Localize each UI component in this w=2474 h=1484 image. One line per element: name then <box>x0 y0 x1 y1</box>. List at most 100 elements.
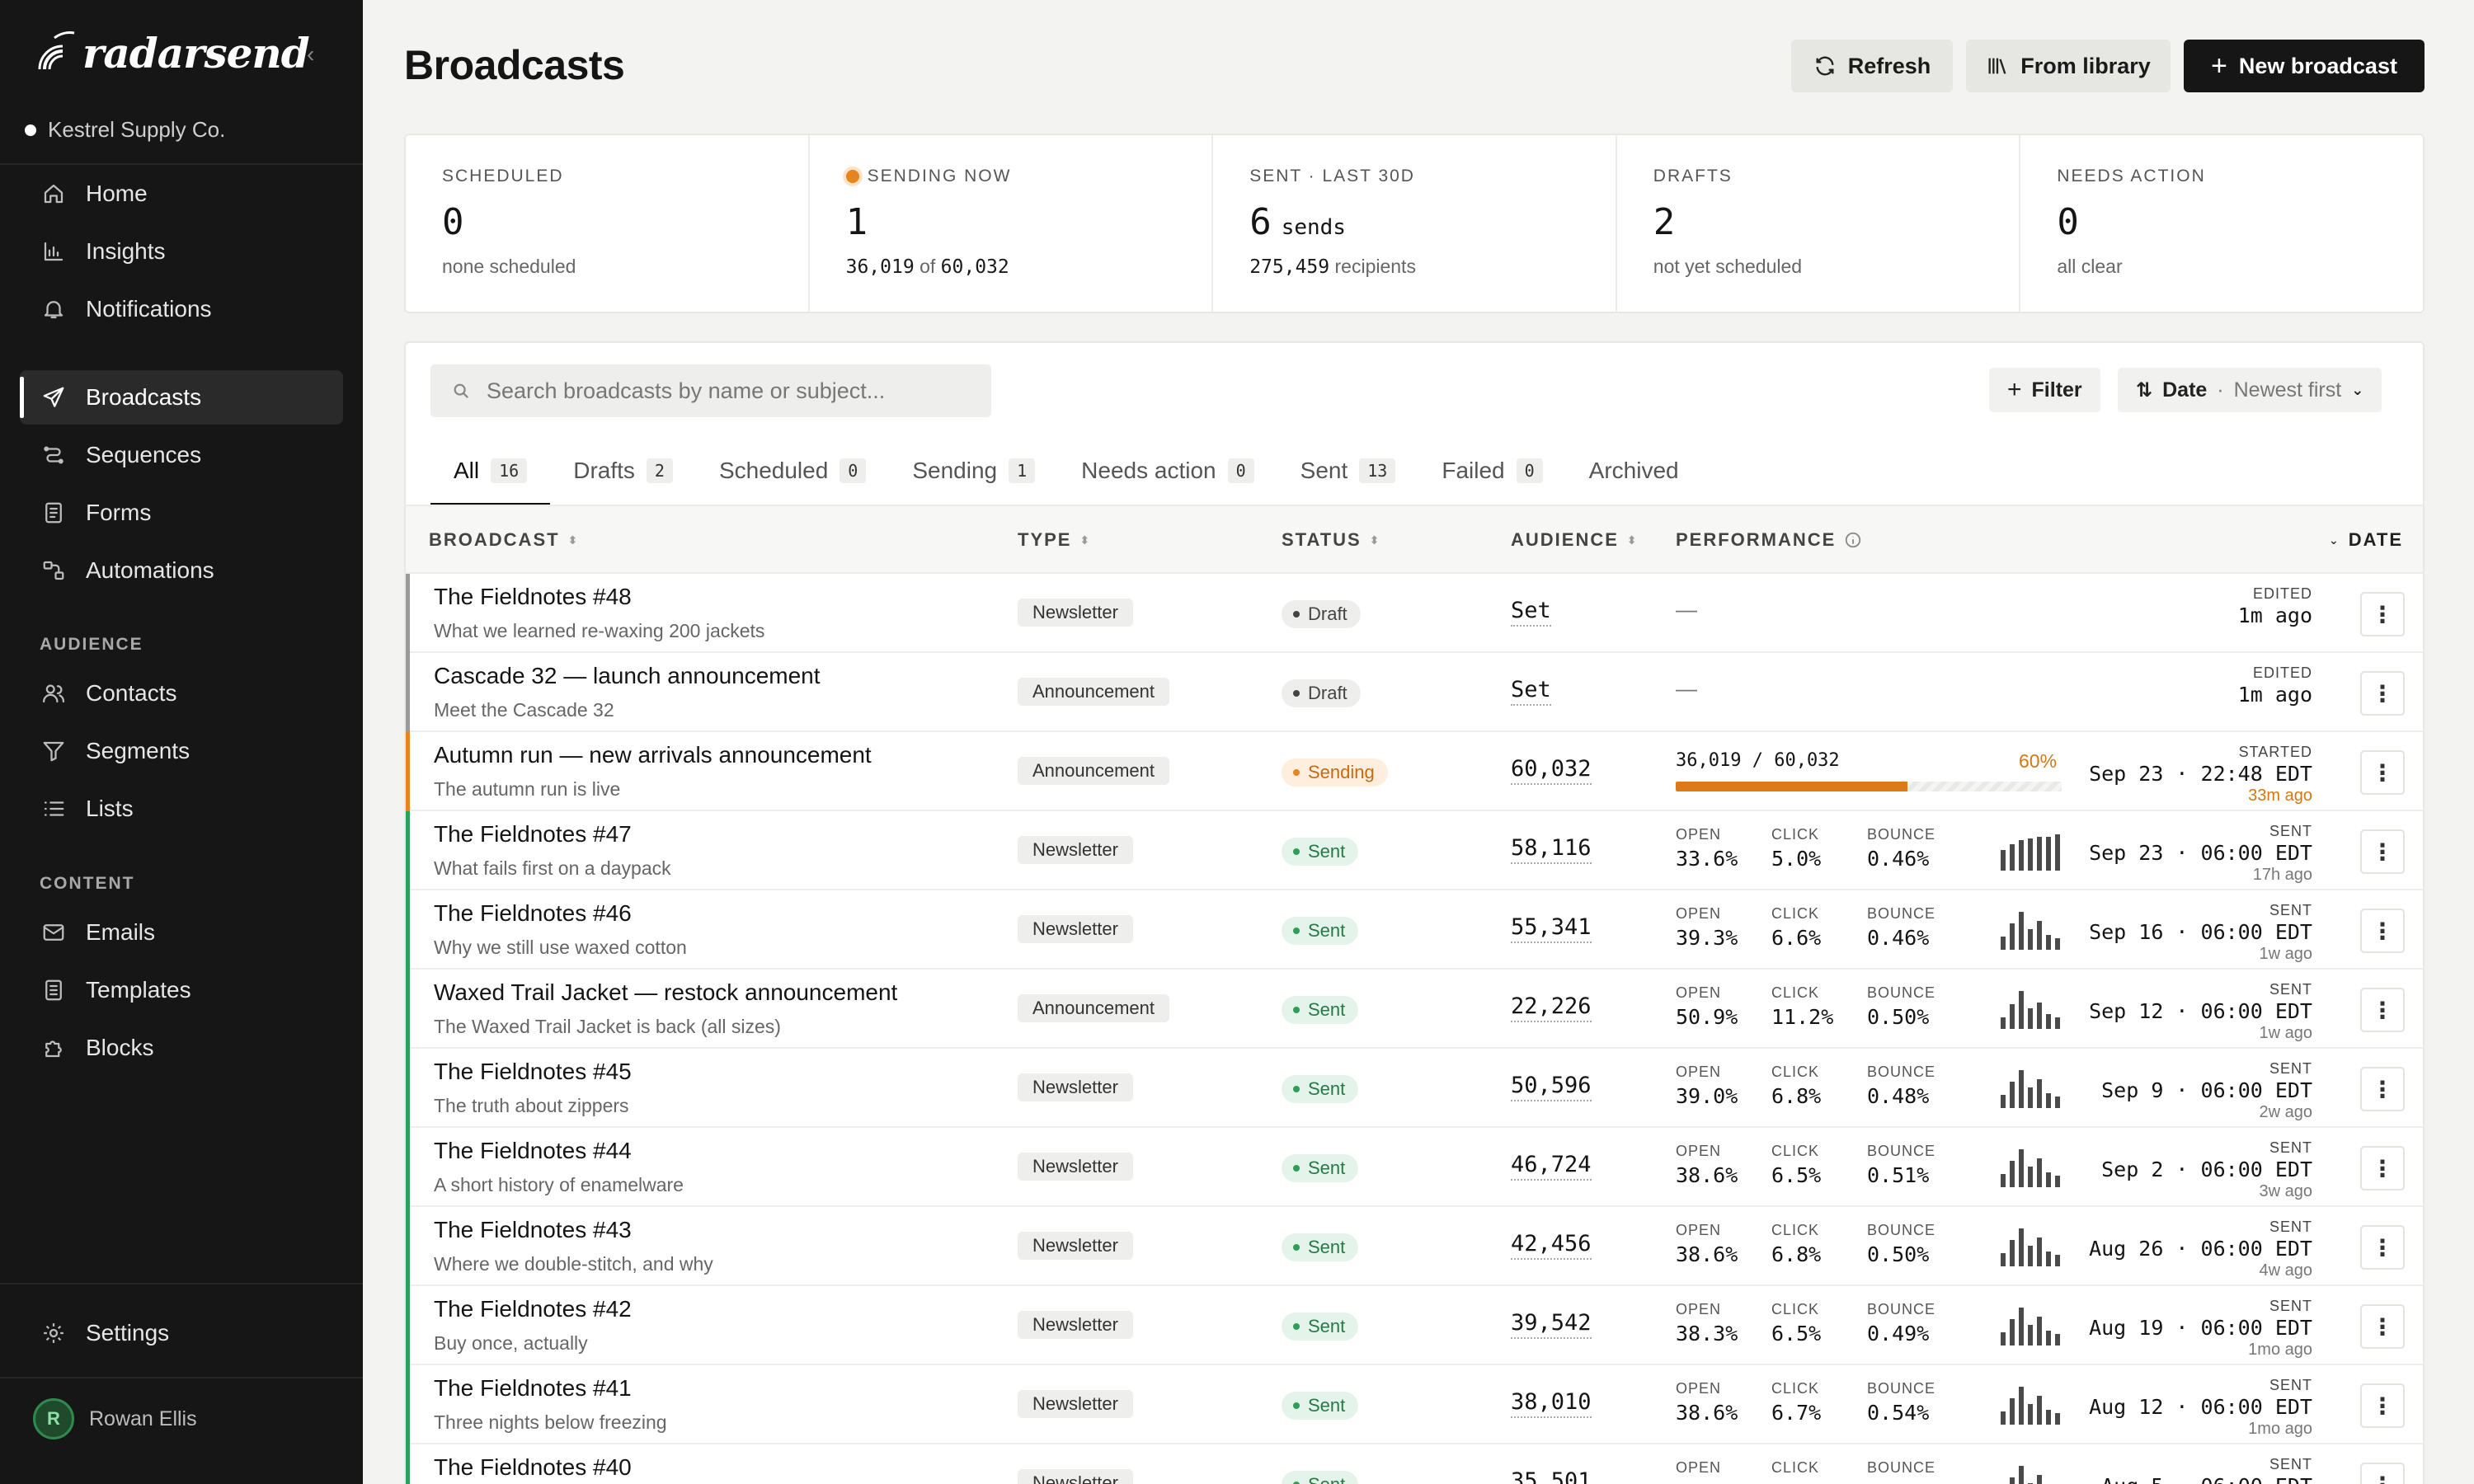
new-broadcast-button[interactable]: + New broadcast <box>2184 40 2425 92</box>
metric-click: CLICK 6.6% <box>1771 905 1821 950</box>
audience-count[interactable]: 50,596 <box>1511 1072 1592 1101</box>
audience-count[interactable]: 35,501 <box>1511 1468 1592 1484</box>
audience-count[interactable]: 39,542 <box>1511 1309 1592 1339</box>
sidebar-item-sequences[interactable]: Sequences <box>20 428 343 482</box>
broadcast-subject: Where we double-stitch, and why <box>434 1253 713 1275</box>
sidebar-item-segments[interactable]: Segments <box>20 724 343 778</box>
metric-value: 0.48% <box>1867 1084 1930 1108</box>
tab-scheduled[interactable]: Scheduled 0 <box>696 435 889 506</box>
row-menu-button[interactable]: ⋮ <box>2360 750 2405 795</box>
sidebar-item-lists[interactable]: Lists <box>20 782 343 836</box>
table-row[interactable]: The Fieldnotes #40 Newsletter Sent 35,501 OP… <box>406 1444 2423 1484</box>
table-row[interactable]: The Fieldnotes #47 What fails first on a … <box>406 811 2423 890</box>
row-menu-button[interactable]: ⋮ <box>2360 1304 2405 1349</box>
column-type[interactable]: TYPE ⬍ <box>1018 529 1091 551</box>
audience-count[interactable]: Set <box>1511 676 1551 706</box>
audience-count[interactable]: Set <box>1511 597 1551 627</box>
brand-logo[interactable]: radarsend <box>38 28 310 77</box>
info-icon[interactable] <box>1844 531 1862 549</box>
tab-all[interactable]: All 16 <box>430 435 551 506</box>
audience-count[interactable]: 60,032 <box>1511 755 1592 785</box>
filter-button[interactable]: + Filter <box>1989 368 2100 412</box>
workspace-switcher[interactable]: Kestrel Supply Co. <box>25 117 225 143</box>
tab-failed[interactable]: Failed 0 <box>1418 435 1565 506</box>
broadcast-title[interactable]: The Fieldnotes #46 <box>434 900 632 927</box>
status-bar <box>406 1444 410 1484</box>
column-broadcast[interactable]: BROADCAST ⬍ <box>429 529 579 551</box>
table-row[interactable]: The Fieldnotes #43 Where we double-stitch… <box>406 1207 2423 1286</box>
audience-count[interactable]: 55,341 <box>1511 913 1592 943</box>
broadcast-title[interactable]: The Fieldnotes #42 <box>434 1296 632 1322</box>
audience-count[interactable]: 58,116 <box>1511 834 1592 864</box>
status-dot-icon <box>1293 1402 1300 1409</box>
broadcast-title[interactable]: Waxed Trail Jacket — restock announcemen… <box>434 979 897 1006</box>
broadcast-title[interactable]: The Fieldnotes #45 <box>434 1059 632 1085</box>
table-row[interactable]: The Fieldnotes #45 The truth about zipper… <box>406 1049 2423 1128</box>
broadcast-title[interactable]: The Fieldnotes #41 <box>434 1375 632 1402</box>
tab-drafts[interactable]: Drafts 2 <box>550 435 696 506</box>
stat-scheduled[interactable]: SCHEDULED 0 none scheduled <box>406 135 810 312</box>
row-menu-button[interactable]: ⋮ <box>2360 1225 2405 1270</box>
column-date[interactable]: ⌄ DATE <box>2329 529 2403 551</box>
broadcast-title[interactable]: The Fieldnotes #47 <box>434 821 632 848</box>
search-input[interactable]: Search broadcasts by name or subject... <box>430 364 991 417</box>
row-menu-button[interactable]: ⋮ <box>2360 671 2405 716</box>
table-row[interactable]: The Fieldnotes #48 What we learned re-wax… <box>406 574 2423 653</box>
broadcast-title[interactable]: Cascade 32 — launch announcement <box>434 663 821 689</box>
audience-count[interactable]: 38,010 <box>1511 1388 1592 1418</box>
broadcast-title[interactable]: The Fieldnotes #44 <box>434 1138 632 1164</box>
row-menu-button[interactable]: ⋮ <box>2360 988 2405 1032</box>
metric-open: OPEN 38.6% <box>1676 1222 1738 1266</box>
row-menu-button[interactable]: ⋮ <box>2360 1146 2405 1190</box>
audience-count[interactable]: 42,456 <box>1511 1230 1592 1260</box>
sparkline-bar <box>2046 1410 2051 1425</box>
stat-drafts[interactable]: DRAFTS 2 not yet scheduled <box>1617 135 2021 312</box>
sidebar-item-forms[interactable]: Forms <box>20 486 343 540</box>
refresh-button[interactable]: Refresh <box>1791 40 1953 92</box>
tab-archived[interactable]: Archived <box>1566 435 1702 506</box>
table-row[interactable]: The Fieldnotes #44 A short history of ena… <box>406 1128 2423 1207</box>
stat-sent-30d[interactable]: SENT · LAST 30D 6 sends 275,459 recipient… <box>1213 135 1617 312</box>
tab-needs-action[interactable]: Needs action 0 <box>1058 435 1277 506</box>
column-status[interactable]: STATUS ⬍ <box>1282 529 1380 551</box>
metric-label: CLICK <box>1771 1222 1820 1238</box>
sidebar-item-broadcasts[interactable]: Broadcasts <box>20 370 343 425</box>
sidebar-item-templates[interactable]: Templates <box>20 963 343 1017</box>
sidebar-item-home[interactable]: Home <box>20 167 343 221</box>
sidebar-item-contacts[interactable]: Contacts <box>20 666 343 721</box>
row-menu-button[interactable]: ⋮ <box>2360 1463 2405 1484</box>
sidebar-item-insights[interactable]: Insights <box>20 224 343 279</box>
row-menu-button[interactable]: ⋮ <box>2360 1383 2405 1428</box>
broadcast-title[interactable]: The Fieldnotes #48 <box>434 584 632 610</box>
table-row[interactable]: The Fieldnotes #42 Buy once, actually News… <box>406 1286 2423 1365</box>
user-menu[interactable]: R Rowan Ellis <box>33 1398 197 1439</box>
audience-count[interactable]: 46,724 <box>1511 1151 1592 1181</box>
sidebar-item-emails[interactable]: Emails <box>20 905 343 960</box>
stat-needs-action[interactable]: NEEDS ACTION 0 all clear <box>2020 135 2423 312</box>
sparkline-chart <box>2001 1149 2063 1187</box>
table-row[interactable]: Autumn run — new arrivals announcement Th… <box>406 732 2423 811</box>
audience-count[interactable]: 22,226 <box>1511 993 1592 1022</box>
broadcast-title[interactable]: The Fieldnotes #40 <box>434 1454 632 1481</box>
row-menu-button[interactable]: ⋮ <box>2360 829 2405 874</box>
table-row[interactable]: Cascade 32 — launch announcement Meet the… <box>406 653 2423 732</box>
tab-sent[interactable]: Sent 13 <box>1277 435 1419 506</box>
broadcast-title[interactable]: Autumn run — new arrivals announcement <box>434 742 872 768</box>
collapse-sidebar-icon[interactable]: ‹ <box>307 43 327 66</box>
sidebar-item-automations[interactable]: Automations <box>20 543 343 598</box>
table-row[interactable]: The Fieldnotes #46 Why we still use waxed… <box>406 890 2423 970</box>
sidebar-item-settings[interactable]: Settings <box>20 1306 343 1360</box>
stat-sending-now[interactable]: SENDING NOW 1 36,019 of 60,032 <box>810 135 1214 312</box>
table-row[interactable]: Waxed Trail Jacket — restock announcemen… <box>406 970 2423 1049</box>
table-row[interactable]: The Fieldnotes #41 Three nights below fre… <box>406 1365 2423 1444</box>
row-menu-button[interactable]: ⋮ <box>2360 1067 2405 1111</box>
row-menu-button[interactable]: ⋮ <box>2360 909 2405 953</box>
sidebar-item-blocks[interactable]: Blocks <box>20 1021 343 1075</box>
broadcast-title[interactable]: The Fieldnotes #43 <box>434 1217 632 1243</box>
from-library-button[interactable]: From library <box>1966 40 2171 92</box>
column-audience[interactable]: AUDIENCE ⬍ <box>1511 529 1639 551</box>
sort-button[interactable]: ⇅ Date · Newest first ⌄ <box>2118 368 2382 412</box>
row-menu-button[interactable]: ⋮ <box>2360 592 2405 636</box>
sidebar-item-notifications[interactable]: Notifications <box>20 282 343 336</box>
tab-sending[interactable]: Sending 1 <box>889 435 1058 506</box>
